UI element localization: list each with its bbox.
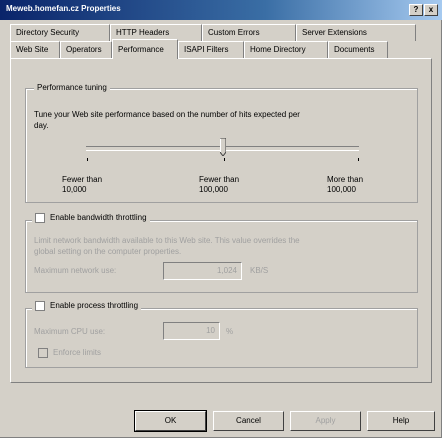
bandwidth-checkbox[interactable] xyxy=(35,213,45,223)
cancel-button[interactable]: Cancel xyxy=(213,411,284,431)
tab-row-front: Web Site Operators Performance ISAPI Fil… xyxy=(10,39,388,59)
help-button[interactable]: Help xyxy=(367,411,435,431)
process-checkbox[interactable] xyxy=(35,301,45,311)
tuning-description-line2: day. xyxy=(34,121,49,130)
tab-performance[interactable]: Performance xyxy=(112,39,178,59)
bandwidth-checkbox-label: Enable bandwidth throttling xyxy=(50,213,147,223)
apply-button[interactable]: Apply xyxy=(290,411,361,431)
ok-button[interactable]: OK xyxy=(134,410,207,432)
process-throttling-group: Enable process throttling xyxy=(25,301,418,368)
performance-tuning-legend: Performance tuning xyxy=(34,83,110,92)
max-cpu-unit: % xyxy=(226,327,234,336)
max-cpu-label: Maximum CPU use: xyxy=(34,327,106,336)
process-legend[interactable]: Enable process throttling xyxy=(32,301,142,311)
tab-server-extensions[interactable]: Server Extensions xyxy=(296,24,416,41)
slider-tick-low xyxy=(87,158,88,161)
enforce-limits-label: Enforce limits xyxy=(53,348,102,358)
title-bar[interactable]: Meweb.homefan.cz Properties ? x xyxy=(0,0,442,20)
tab-web-site[interactable]: Web Site xyxy=(10,41,60,58)
enforce-limits-row[interactable]: Enforce limits xyxy=(38,348,101,358)
slider-label-low: Fewer than 10,000 xyxy=(62,175,102,195)
help-title-button[interactable]: ? xyxy=(409,4,423,16)
properties-dialog: Meweb.homefan.cz Properties ? x Director… xyxy=(0,0,442,438)
bandwidth-description-line2: global setting on the computer propertie… xyxy=(34,247,182,256)
slider-tick-mid xyxy=(224,158,225,161)
tuning-description-line1: Tune your Web site performance based on … xyxy=(34,110,300,119)
max-network-field[interactable]: 1,024 xyxy=(163,262,242,280)
window-title: Meweb.homefan.cz Properties xyxy=(6,4,121,13)
enforce-limits-checkbox[interactable] xyxy=(38,348,48,358)
slider-label-mid-line1: Fewer than xyxy=(199,175,240,184)
tab-isapi-filters[interactable]: ISAPI Filters xyxy=(178,41,244,58)
bandwidth-legend[interactable]: Enable bandwidth throttling xyxy=(32,213,150,223)
tab-documents[interactable]: Documents xyxy=(328,41,388,58)
slider-label-high: More than 100,000 xyxy=(327,175,363,195)
close-button[interactable]: x xyxy=(424,4,438,16)
process-checkbox-label: Enable process throttling xyxy=(50,301,139,311)
slider-label-mid-line2: 100,000 xyxy=(199,185,228,194)
performance-slider-thumb[interactable] xyxy=(219,138,226,156)
tab-directory-security[interactable]: Directory Security xyxy=(10,24,110,41)
tab-home-directory[interactable]: Home Directory xyxy=(244,41,328,58)
tab-operators[interactable]: Operators xyxy=(60,41,112,58)
slider-tick-high xyxy=(358,158,359,161)
slider-label-low-line2: 10,000 xyxy=(62,185,87,194)
tab-custom-errors[interactable]: Custom Errors xyxy=(202,24,296,41)
slider-label-high-line2: 100,000 xyxy=(327,185,356,194)
bandwidth-description-line1: Limit network bandwidth available to thi… xyxy=(34,236,300,245)
slider-label-high-line1: More than xyxy=(327,175,364,184)
max-network-unit: KB/S xyxy=(250,266,269,275)
slider-label-mid: Fewer than 100,000 xyxy=(199,175,239,195)
max-network-label: Maximum network use: xyxy=(34,266,117,275)
tab-row-back: Directory Security HTTP Headers Custom E… xyxy=(10,24,416,41)
slider-label-low-line1: Fewer than xyxy=(62,175,103,184)
max-cpu-field[interactable]: 10 xyxy=(163,322,220,340)
